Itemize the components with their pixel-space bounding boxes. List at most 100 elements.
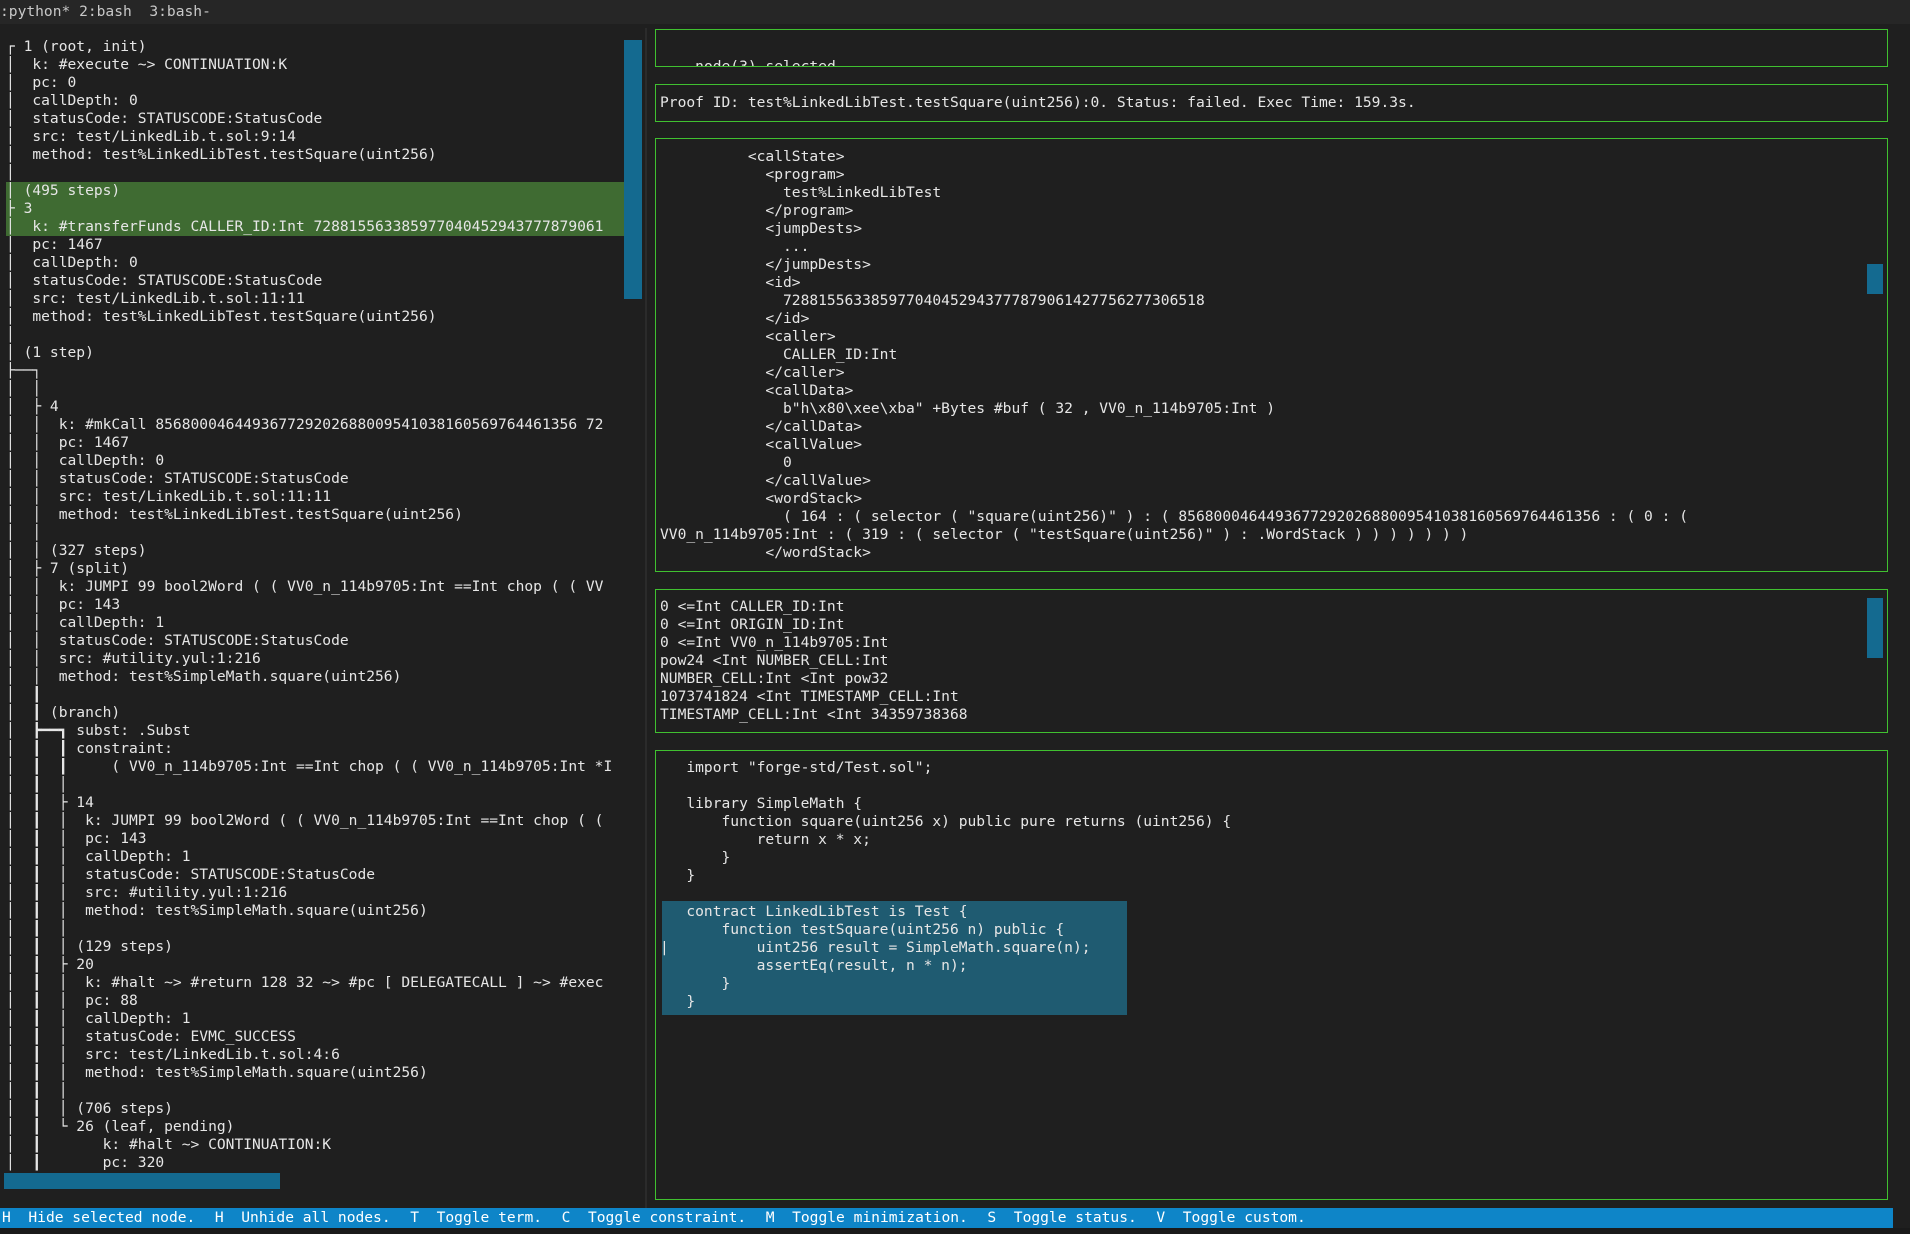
constraint-line: 0 <=Int CALLER_ID:Int: [660, 598, 845, 615]
source-line: assertEq(result, n * n);: [660, 957, 968, 974]
tree-line[interactable]: │ ┃ │ method: test%SimpleMath.square(uin…: [6, 1064, 626, 1082]
source-line: import "forge-std/Test.sol";: [660, 759, 933, 776]
tree-line[interactable]: │ ┃: [6, 686, 626, 704]
keybinding-action[interactable]: Hide selected node.: [28, 1209, 195, 1226]
source-view-panel[interactable]: import "forge-std/Test.sol"; library Sim…: [655, 750, 1888, 1200]
tree-line[interactable]: │ ┃ │ statusCode: EVMC_SUCCESS: [6, 1028, 626, 1046]
keybinding-action[interactable]: Toggle minimization.: [792, 1209, 968, 1226]
term-view-panel[interactable]: <callState> <program> test%LinkedLibTest…: [655, 138, 1888, 572]
tree-line[interactable]: │ ┃ │ (129 steps): [6, 938, 626, 956]
tree-line[interactable]: │ │ src: #utility.yul:1:216: [6, 650, 626, 668]
tree-line[interactable]: │ statusCode: STATUSCODE:StatusCode: [6, 110, 626, 128]
keybinding-action[interactable]: Toggle term.: [437, 1209, 542, 1226]
tree-line[interactable]: │ ┃ pc: 320: [6, 1154, 626, 1172]
tree-line[interactable]: │ method: test%LinkedLibTest.testSquare(…: [6, 146, 626, 164]
keybinding-action[interactable]: Toggle status.: [1014, 1209, 1137, 1226]
constraint-view-scrollbar[interactable]: [1867, 598, 1883, 658]
tree-line[interactable]: │ ├ 4: [6, 398, 626, 416]
tree-line[interactable]: │ (1 step): [6, 344, 626, 362]
tree-line[interactable]: ├──┐: [6, 362, 626, 380]
tree-line[interactable]: ├ 3: [6, 200, 626, 218]
tree-line[interactable]: │ ┃ │ pc: 88: [6, 992, 626, 1010]
tree-line[interactable]: │ │ statusCode: STATUSCODE:StatusCode: [6, 632, 626, 650]
tree-line[interactable]: │ ┃ │ src: #utility.yul:1:216: [6, 884, 626, 902]
tree-line[interactable]: │ ┃ │ k: #halt ~> #return 128 32 ~> #pc …: [6, 974, 626, 992]
tree-line[interactable]: │ ┃ │ k: JUMPI 99 bool2Word ( ( VV0_n_11…: [6, 812, 626, 830]
tree-line[interactable]: │ statusCode: STATUSCODE:StatusCode: [6, 272, 626, 290]
constraint-line: TIMESTAMP_CELL:Int <Int 34359738368: [660, 706, 968, 723]
tree-line[interactable]: │ pc: 1467: [6, 236, 626, 254]
tree-line[interactable]: │ ┃ └ 26 (leaf, pending): [6, 1118, 626, 1136]
keybinding-action[interactable]: Toggle constraint.: [588, 1209, 746, 1226]
proof-tree-pane[interactable]: ┌ 1 (root, init) │ k: #execute ~> CONTINU…: [6, 38, 626, 1193]
tree-line[interactable]: │ ┃ │: [6, 920, 626, 938]
tree-line[interactable]: │ ┃ │ method: test%SimpleMath.square(uin…: [6, 902, 626, 920]
tree-line[interactable]: │: [6, 164, 626, 182]
proof-status-panel: Proof ID: test%LinkedLibTest.testSquare(…: [655, 84, 1888, 122]
tree-line[interactable]: │ ┃ │ callDepth: 1: [6, 1010, 626, 1028]
source-view-text: import "forge-std/Test.sol"; library Sim…: [660, 759, 1231, 1011]
proof-status-text: Proof ID: test%LinkedLibTest.testSquare(…: [660, 94, 1416, 111]
tree-line[interactable]: │ │ src: test/LinkedLib.t.sol:11:11: [6, 488, 626, 506]
constraint-line: NUMBER_CELL:Int <Int pow32: [660, 670, 889, 687]
tree-line[interactable]: │ ┃ │ statusCode: STATUSCODE:StatusCode: [6, 866, 626, 884]
tree-line[interactable]: │ pc: 0: [6, 74, 626, 92]
tree-line[interactable]: │ │ callDepth: 1: [6, 614, 626, 632]
tree-line[interactable]: │ │ callDepth: 0: [6, 452, 626, 470]
tree-line[interactable]: │ │ statusCode: STATUSCODE:StatusCode: [6, 470, 626, 488]
tree-line[interactable]: │: [6, 326, 626, 344]
tree-line[interactable]: │ k: #execute ~> CONTINUATION:K: [6, 56, 626, 74]
tree-line[interactable]: │ ┃ │ pc: 143: [6, 830, 626, 848]
tree-line[interactable]: │ method: test%LinkedLibTest.testSquare(…: [6, 308, 626, 326]
tree-line[interactable]: │ ┣━━┓ subst: .Subst: [6, 722, 626, 740]
tree-line[interactable]: │ callDepth: 0: [6, 254, 626, 272]
tree-line[interactable]: │ │ k: #mkCall 8568000464493677292026880…: [6, 416, 626, 434]
source-line: function square(uint256 x) public pure r…: [660, 813, 1232, 830]
source-line: library SimpleMath {: [660, 795, 863, 812]
term-line: <callValue>: [660, 436, 863, 453]
keybinding-action[interactable]: Unhide all nodes.: [241, 1209, 390, 1226]
tree-line[interactable]: │ │ k: JUMPI 99 bool2Word ( ( VV0_n_114b…: [6, 578, 626, 596]
tree-line[interactable]: │ ┃ │ callDepth: 1: [6, 848, 626, 866]
tree-line[interactable]: │ ┃ │: [6, 776, 626, 794]
keybinding-action[interactable]: Toggle custom.: [1183, 1209, 1306, 1226]
tree-line[interactable]: │ ┃ ┃ ( VV0_n_114b9705:Int ==Int chop ( …: [6, 758, 626, 776]
tree-line[interactable]: │ ┃ k: #halt ~> CONTINUATION:K: [6, 1136, 626, 1154]
keybinding-key: C: [561, 1209, 571, 1226]
tree-line[interactable]: │ │ pc: 1467: [6, 434, 626, 452]
tmux-window-tabs[interactable]: :python* 2:bash 3:bash-: [0, 0, 1910, 24]
tree-line[interactable]: │ ┃ │ (706 steps): [6, 1100, 626, 1118]
tree-vertical-scrollbar[interactable]: [624, 40, 642, 299]
term-line: CALLER_ID:Int: [660, 346, 898, 363]
term-view-scrollbar[interactable]: [1867, 264, 1883, 294]
tree-line[interactable]: │ │: [6, 380, 626, 398]
tree-line[interactable]: │ │ (327 steps): [6, 542, 626, 560]
tree-line[interactable]: │ src: test/LinkedLib.t.sol:11:11: [6, 290, 626, 308]
term-line: </caller>: [660, 364, 845, 381]
term-view-text: <callState> <program> test%LinkedLibTest…: [660, 148, 1688, 562]
keybinding-footer: H Hide selected node. H Unhide all nodes…: [0, 1208, 1893, 1228]
tree-horizontal-scrollbar[interactable]: [4, 1173, 280, 1189]
tree-line[interactable]: │ ┃ (branch): [6, 704, 626, 722]
tree-line[interactable]: ┌ 1 (root, init): [6, 38, 626, 56]
tree-line[interactable]: │ │ method: test%LinkedLibTest.testSquar…: [6, 506, 626, 524]
tree-line[interactable]: │ ┃ ├ 14: [6, 794, 626, 812]
tree-line[interactable]: │ callDepth: 0: [6, 92, 626, 110]
tree-line[interactable]: │ ┃ ├ 20: [6, 956, 626, 974]
tree-line[interactable]: │ (495 steps): [6, 182, 626, 200]
tree-line[interactable]: │ ┃ ┃ constraint:: [6, 740, 626, 758]
tree-line[interactable]: │ │ pc: 143: [6, 596, 626, 614]
tree-line[interactable]: │ ┃ │ src: test/LinkedLib.t.sol:4:6: [6, 1046, 626, 1064]
tree-line[interactable]: │ │ method: test%SimpleMath.square(uint2…: [6, 668, 626, 686]
tree-line[interactable]: │ k: #transferFunds CALLER_ID:Int 728815…: [6, 218, 626, 236]
term-line: 7288155633859770404529437778790614277562…: [660, 292, 1205, 309]
tree-line[interactable]: │ ├ 7 (split): [6, 560, 626, 578]
tree-line[interactable]: │ │: [6, 524, 626, 542]
keybinding-key: M: [765, 1209, 775, 1226]
keybinding-key: V: [1156, 1209, 1166, 1226]
constraint-view-panel[interactable]: 0 <=Int CALLER_ID:Int 0 <=Int ORIGIN_ID:I…: [655, 589, 1888, 733]
source-line: return x * x;: [660, 831, 871, 848]
tree-line[interactable]: │ src: test/LinkedLib.t.sol:9:14: [6, 128, 626, 146]
constraint-line: 0 <=Int VV0_n_114b9705:Int: [660, 634, 889, 651]
tree-line[interactable]: │ ┃ │: [6, 1082, 626, 1100]
